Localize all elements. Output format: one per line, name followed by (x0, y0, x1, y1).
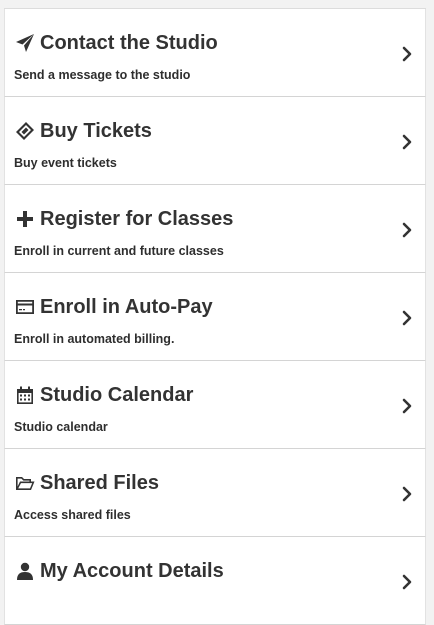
item-title: Register for Classes (14, 206, 233, 232)
item-title: Shared Files (14, 470, 159, 496)
item-title: Contact the Studio (14, 30, 218, 56)
subtitle-text: Studio calendar (14, 420, 108, 434)
title-text: Shared Files (40, 471, 159, 494)
chevron-right-icon (401, 398, 413, 414)
subtitle-text: Enroll in automated billing. (14, 332, 175, 346)
title-text: My Account Details (40, 559, 224, 582)
credit-card-icon (14, 296, 36, 318)
menu-item-account-details[interactable]: My Account Details (4, 537, 426, 625)
menu-item-shared-files[interactable]: Shared Files Access shared files (4, 449, 426, 537)
menu-item-auto-pay[interactable]: Enroll in Auto-Pay Enroll in automated b… (4, 273, 426, 361)
ticket-icon (14, 120, 36, 142)
user-icon (14, 560, 36, 582)
chevron-right-icon (401, 486, 413, 502)
chevron-right-icon (401, 46, 413, 62)
title-text: Studio Calendar (40, 383, 194, 406)
menu-item-contact-studio[interactable]: Contact the Studio Send a message to the… (4, 9, 426, 97)
item-title: Enroll in Auto-Pay (14, 294, 213, 320)
subtitle-text: Send a message to the studio (14, 68, 191, 82)
chevron-right-icon (401, 134, 413, 150)
item-title: Studio Calendar (14, 382, 193, 408)
subtitle-text: Enroll in current and future classes (14, 244, 224, 258)
item-title: Buy Tickets (14, 118, 152, 144)
title-text: Contact the Studio (40, 31, 218, 54)
plus-icon (14, 208, 36, 230)
menu-item-studio-calendar[interactable]: Studio Calendar Studio calendar (4, 361, 426, 449)
chevron-right-icon (401, 574, 413, 590)
chevron-right-icon (401, 310, 413, 326)
item-title: My Account Details (14, 558, 224, 584)
calendar-icon (14, 384, 36, 406)
menu-item-buy-tickets[interactable]: Buy Tickets Buy event tickets (4, 97, 426, 185)
menu-list: Contact the Studio Send a message to the… (4, 8, 426, 625)
chevron-right-icon (401, 222, 413, 238)
title-text: Register for Classes (40, 207, 234, 230)
menu-item-register-classes[interactable]: Register for Classes Enroll in current a… (4, 185, 426, 273)
title-text: Buy Tickets (40, 119, 152, 142)
subtitle-text: Access shared files (14, 508, 131, 522)
paper-plane-icon (14, 32, 36, 54)
subtitle-text: Buy event tickets (14, 156, 117, 170)
folder-open-icon (14, 472, 36, 494)
title-text: Enroll in Auto-Pay (40, 295, 213, 318)
